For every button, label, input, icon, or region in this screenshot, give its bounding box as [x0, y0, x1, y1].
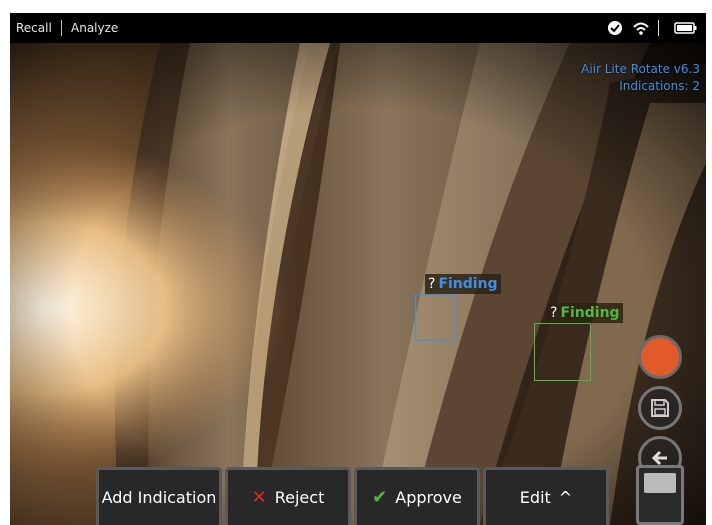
add-indication-button[interactable]: Add Indication	[96, 467, 222, 525]
save-button[interactable]	[638, 386, 682, 430]
wifi-icon	[633, 22, 649, 35]
top-bar: Recall Analyze	[10, 13, 706, 43]
inspection-video-frame[interactable]: Aiir Lite Rotate v6.3 Indications: 2 ? Fi…	[10, 43, 706, 525]
device-screen: Recall Analyze Aiir Lite Rotate v6.3 Ind…	[10, 13, 706, 525]
menu-toggle-button[interactable]	[636, 465, 684, 525]
tab-divider	[61, 20, 62, 36]
indication-count: Indications: 2	[619, 79, 700, 93]
unknown-icon: ?	[550, 305, 558, 321]
reject-label: Reject	[274, 488, 325, 507]
indication-label: Finding	[438, 276, 498, 292]
record-button[interactable]	[638, 335, 682, 379]
tab-recall[interactable]: Recall	[16, 21, 52, 35]
tab-analyze[interactable]: Analyze	[71, 21, 118, 35]
status-divider	[658, 20, 659, 36]
approve-check-icon: ✔	[372, 487, 388, 508]
chevron-up-icon: ^	[558, 488, 573, 507]
battery-icon	[674, 22, 697, 34]
reject-button[interactable]: ✕ Reject	[225, 467, 351, 525]
camera-sync-icon	[608, 21, 622, 35]
indication-box	[534, 323, 591, 381]
analysis-info: Aiir Lite Rotate v6.3 Indications: 2	[581, 61, 700, 95]
indication-tag: ? Finding	[425, 274, 501, 294]
reject-x-icon: ✕	[251, 487, 267, 508]
indication-label: Finding	[560, 305, 620, 321]
edit-label: Edit	[519, 488, 551, 507]
indication-box	[415, 294, 455, 341]
save-icon	[651, 399, 669, 417]
borescope-image	[10, 43, 706, 525]
toggle-indicator	[644, 473, 676, 493]
unknown-icon: ?	[428, 276, 436, 292]
software-version: Aiir Lite Rotate v6.3	[581, 62, 700, 76]
approve-button[interactable]: ✔ Approve	[354, 467, 480, 525]
indication-tag: ? Finding	[547, 303, 623, 323]
add-indication-label: Add Indication	[101, 488, 217, 507]
approve-label: Approve	[395, 488, 462, 507]
edit-button[interactable]: Edit ^	[483, 467, 609, 525]
